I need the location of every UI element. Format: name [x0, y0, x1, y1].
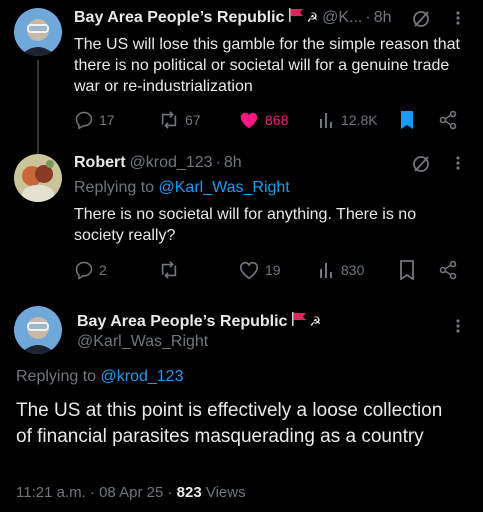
red-flag-icon — [288, 8, 304, 28]
red-flag-icon — [291, 312, 307, 332]
display-name[interactable]: Robert — [74, 153, 126, 173]
replying-to-link[interactable]: @Karl_Was_Right — [159, 179, 290, 196]
bookmark-filled-icon — [401, 111, 413, 129]
separator-dot: · — [215, 154, 221, 171]
tweet-1[interactable]: Bay Area People’s Republic ☭ @K... · 8h … — [0, 0, 483, 156]
replying-prefix: Replying to — [74, 179, 159, 196]
display-name[interactable]: Bay Area People’s Republic — [77, 312, 287, 332]
replying-prefix: Replying to — [16, 368, 101, 385]
hammer-sickle-icon: ☭ — [309, 314, 322, 329]
hammer-sickle-icon: ☭ — [306, 10, 319, 25]
analytics-icon — [320, 263, 332, 278]
display-name[interactable]: Bay Area People’s Republic — [74, 8, 284, 28]
replying-to: Replying to @krod_123 — [16, 367, 183, 387]
replying-to: Replying to @Karl_Was_Right — [74, 178, 290, 198]
bookmark-button[interactable] — [399, 260, 415, 280]
repost-button[interactable]: 67 — [158, 110, 201, 130]
avatar[interactable] — [14, 8, 62, 56]
reply-icon — [75, 111, 93, 130]
views-button[interactable]: 12.8K — [318, 110, 378, 130]
timestamp[interactable]: 8h — [374, 8, 392, 28]
main-display-name[interactable]: Bay Area People’s Republic ☭ — [77, 312, 321, 332]
avatar[interactable] — [14, 306, 62, 354]
share-button[interactable] — [438, 110, 458, 130]
share-button[interactable] — [438, 260, 458, 280]
grok-icon[interactable] — [411, 154, 431, 179]
share-icon — [439, 110, 457, 130]
handle[interactable]: @krod_123 — [130, 153, 213, 173]
reply-button[interactable]: 2 — [74, 260, 107, 280]
analytics-icon — [320, 113, 332, 128]
tweet-2[interactable]: Robert @krod_123 · 8h Replying to @Karl_… — [0, 150, 483, 298]
main-handle[interactable]: @Karl_Was_Right — [77, 332, 208, 352]
repost-button[interactable] — [158, 260, 180, 280]
separator-dot: · — [365, 9, 371, 26]
tweet-text: There is no societal will for anything. … — [74, 206, 417, 244]
replying-to-link[interactable]: @krod_123 — [101, 368, 184, 385]
bookmark-icon — [400, 260, 414, 280]
more-options-icon[interactable] — [452, 153, 464, 178]
like-button[interactable]: 868 — [238, 110, 288, 130]
like-button[interactable]: 19 — [238, 260, 281, 280]
share-icon — [439, 260, 457, 280]
heart-filled-icon — [240, 112, 258, 129]
views-button[interactable]: 830 — [318, 260, 364, 280]
grok-icon[interactable] — [411, 9, 431, 34]
more-options-icon[interactable] — [452, 8, 464, 33]
bookmark-button[interactable] — [399, 110, 415, 130]
like-count: 19 — [265, 262, 281, 278]
reply-icon — [75, 261, 93, 280]
view-count: 830 — [341, 262, 365, 278]
thread-line — [37, 60, 39, 156]
timestamp[interactable]: 8h — [224, 153, 242, 173]
views-count: 823 — [176, 484, 202, 501]
like-count: 868 — [265, 112, 289, 128]
repost-icon — [161, 111, 177, 129]
reply-button[interactable]: 17 — [74, 110, 115, 130]
post-timestamp[interactable]: 11:21 a.m. · 08 Apr 25 · — [16, 484, 177, 501]
more-options-icon[interactable] — [452, 316, 464, 341]
tweet-meta: 11:21 a.m. · 08 Apr 25 · 823 Views — [16, 484, 246, 501]
handle[interactable]: @K... — [322, 8, 362, 28]
reply-count: 17 — [99, 112, 115, 128]
repost-count: 67 — [185, 112, 201, 128]
main-tweet-text: The US at this point is effectively a lo… — [16, 400, 443, 447]
tweet-header: Robert @krod_123 · 8h — [74, 153, 242, 173]
view-count: 12.8K — [341, 112, 378, 128]
views-label: Views — [201, 484, 246, 501]
avatar[interactable] — [14, 154, 62, 202]
reply-count: 2 — [99, 262, 107, 278]
tweet-text: The US will lose this gamble for the sim… — [74, 36, 460, 95]
tweet-header: Bay Area People’s Republic ☭ @K... · 8h — [74, 8, 391, 28]
heart-icon — [239, 261, 259, 280]
repost-icon — [161, 261, 177, 279]
